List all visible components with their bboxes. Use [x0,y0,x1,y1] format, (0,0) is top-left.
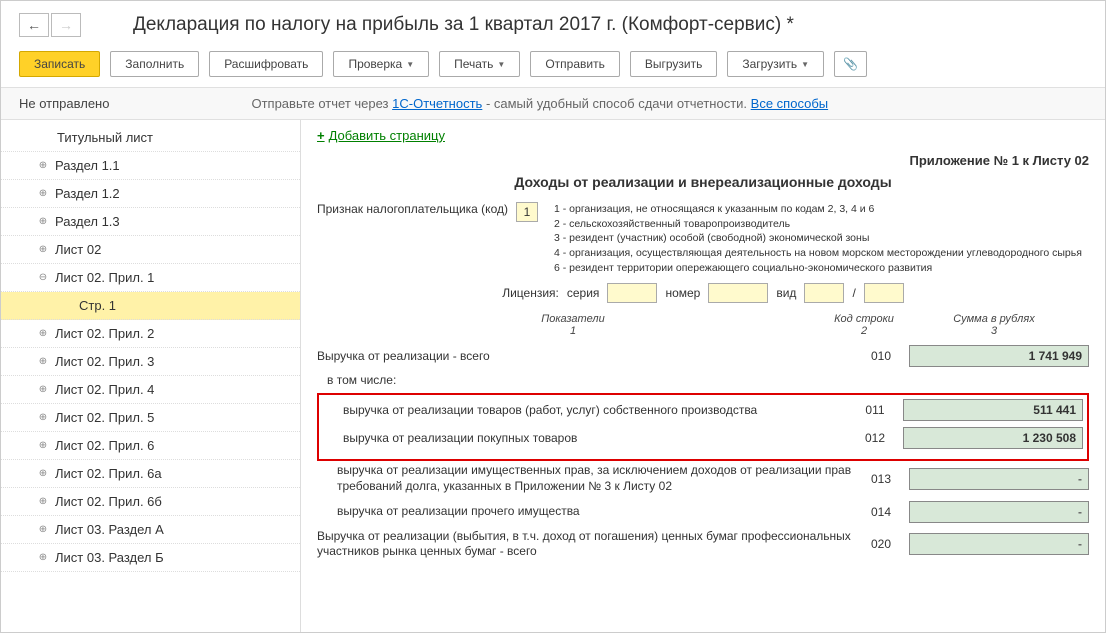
expand-icon: ⊕ [37,160,49,171]
tree-item-sheet-03-section-a[interactable]: ⊕Лист 03. Раздел А [1,516,300,544]
expand-icon: ⊕ [37,440,49,451]
tree-item-sheet-02-app-2[interactable]: ⊕Лист 02. Прил. 2 [1,320,300,348]
row-013-label: выручка от реализации имущественных прав… [317,463,853,494]
expand-icon: ⊕ [37,188,49,199]
row-014-value[interactable] [909,501,1089,523]
row-014-label: выручка от реализации прочего имущества [317,504,853,520]
highlight-box: выручка от реализации товаров (работ, ус… [317,393,1089,461]
paperclip-icon: 📎 [843,57,858,71]
row-014-code: 014 [861,505,901,519]
download-button[interactable]: Загрузить▼ [727,51,824,77]
row-012-code: 012 [855,431,895,445]
chevron-down-icon: ▼ [406,60,414,69]
tree-sidebar: Титульный лист ⊕Раздел 1.1 ⊕Раздел 1.2 ⊕… [1,120,301,632]
row-020-value[interactable] [909,533,1089,555]
add-page-link[interactable]: Добавить страницу [317,128,1089,143]
expand-icon: ⊕ [37,468,49,479]
reporting-link[interactable]: 1С-Отчетность [392,96,482,111]
collapse-icon: ⊖ [37,272,49,283]
taxpayer-code-input[interactable]: 1 [516,202,538,222]
taxpayer-notes: 1 - организация, не относящаяся к указан… [554,202,1082,275]
expand-icon: ⊕ [37,244,49,255]
tree-item-sheet-02-app-4[interactable]: ⊕Лист 02. Прил. 4 [1,376,300,404]
row-013-code: 013 [861,472,901,486]
row-011-value[interactable]: 511 441 [903,399,1083,421]
expand-icon: ⊕ [37,496,49,507]
row-012-value[interactable]: 1 230 508 [903,427,1083,449]
status-hint: Отправьте отчет через 1С-Отчетность - са… [251,96,828,111]
tree-item-sheet-02-app-3[interactable]: ⊕Лист 02. Прил. 3 [1,348,300,376]
row-012-label: выручка от реализации покупных товаров [323,431,847,447]
nav-forward-button[interactable]: → [51,13,81,37]
chevron-down-icon: ▼ [801,60,809,69]
license-number-input[interactable] [708,283,768,303]
expand-icon: ⊕ [37,412,49,423]
annex-title: Приложение № 1 к Листу 02 [317,153,1089,168]
expand-icon: ⊕ [37,524,49,535]
nav-back-button[interactable]: ← [19,13,49,37]
status-state: Не отправлено [19,96,109,111]
chevron-down-icon: ▼ [497,60,505,69]
row-020-label: Выручка от реализации (выбытия, в т.ч. д… [317,529,853,560]
license-label: Лицензия: [502,286,559,300]
all-ways-link[interactable]: Все способы [751,96,828,111]
row-020-code: 020 [861,537,901,551]
tree-item-sheet-02-app-6a[interactable]: ⊕Лист 02. Прил. 6а [1,460,300,488]
row-011-label: выручка от реализации товаров (работ, ус… [323,403,847,419]
tree-item-section-1-3[interactable]: ⊕Раздел 1.3 [1,208,300,236]
tree-item-sheet-03-section-b[interactable]: ⊕Лист 03. Раздел Б [1,544,300,572]
section-title: Доходы от реализации и внереализационные… [317,174,1089,190]
tree-item-title-page[interactable]: Титульный лист [1,124,300,152]
expand-icon: ⊕ [37,216,49,227]
license-type-input[interactable] [804,283,844,303]
send-button[interactable]: Отправить [530,51,620,77]
taxpayer-label: Признак налогоплательщика (код) [317,202,508,216]
tree-item-page-1[interactable]: Стр. 1 [1,292,300,320]
upload-button[interactable]: Выгрузить [630,51,718,77]
expand-icon: ⊕ [37,552,49,563]
tree-item-sheet-02-app-6b[interactable]: ⊕Лист 02. Прил. 6б [1,488,300,516]
decode-button[interactable]: Расшифровать [209,51,323,77]
expand-icon: ⊕ [37,328,49,339]
expand-icon: ⊕ [37,356,49,367]
expand-icon: ⊕ [37,384,49,395]
print-button[interactable]: Печать▼ [439,51,520,77]
tree-item-sheet-02[interactable]: ⊕Лист 02 [1,236,300,264]
tree-item-section-1-2[interactable]: ⊕Раздел 1.2 [1,180,300,208]
row-013-value[interactable] [909,468,1089,490]
main-content: Добавить страницу Приложение № 1 к Листу… [301,120,1105,632]
row-010-code: 010 [861,349,901,363]
license-subtype-input[interactable] [864,283,904,303]
subtotal-label: в том числе: [317,373,1089,387]
license-series-input[interactable] [607,283,657,303]
attachment-button[interactable]: 📎 [834,51,867,77]
tree-item-sheet-02-app-5[interactable]: ⊕Лист 02. Прил. 5 [1,404,300,432]
fill-button[interactable]: Заполнить [110,51,199,77]
page-title: Декларация по налогу на прибыль за 1 ква… [133,14,794,36]
tree-item-sheet-02-app-1[interactable]: ⊖Лист 02. Прил. 1 [1,264,300,292]
check-button[interactable]: Проверка▼ [333,51,429,77]
row-010-value[interactable]: 1 741 949 [909,345,1089,367]
save-button[interactable]: Записать [19,51,100,77]
row-010-label: Выручка от реализации - всего [317,349,853,365]
row-011-code: 011 [855,403,895,417]
tree-item-sheet-02-app-6[interactable]: ⊕Лист 02. Прил. 6 [1,432,300,460]
tree-item-section-1-1[interactable]: ⊕Раздел 1.1 [1,152,300,180]
